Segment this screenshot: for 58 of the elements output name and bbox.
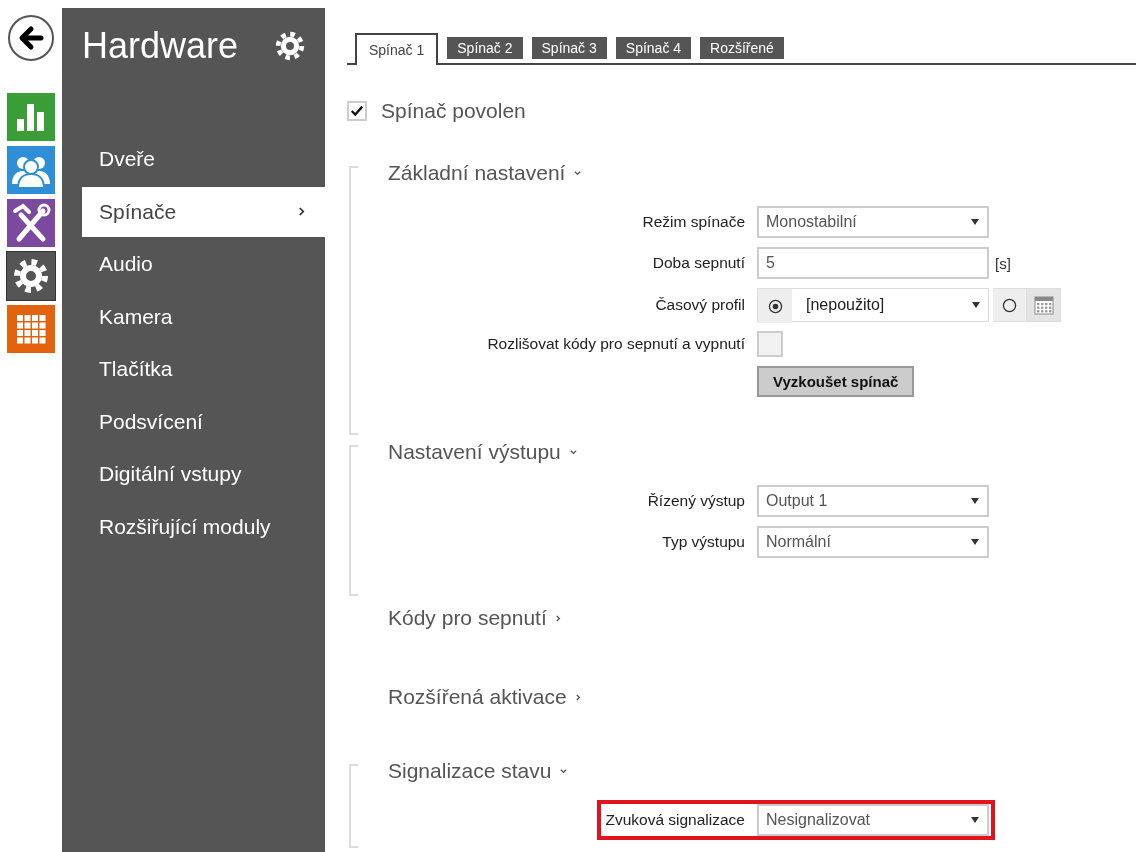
sidebar-item[interactable]: Spínače xyxy=(82,186,325,237)
radio-button[interactable] xyxy=(993,288,1027,322)
sidebar-item[interactable]: Rozšiřující moduly xyxy=(82,501,325,552)
grid-icon[interactable] xyxy=(7,305,55,353)
field-label: Zvuková signalizace xyxy=(605,811,745,829)
tab[interactable]: Spínač 1 xyxy=(355,33,439,65)
calendar-icon[interactable] xyxy=(1027,288,1061,322)
test-button[interactable]: Vyzkoušet spínač xyxy=(757,366,915,397)
section-header[interactable]: Kódy pro sepnutí xyxy=(388,601,562,635)
tools-icon[interactable] xyxy=(7,199,55,247)
field-label: Typ výstupu xyxy=(662,533,745,551)
field-label: Režim spínače xyxy=(642,213,745,231)
section-header[interactable]: Rozšířená aktivace xyxy=(388,680,582,714)
tab[interactable]: Spínač 4 xyxy=(615,37,692,59)
field-label: Řízený výstup xyxy=(647,492,745,510)
tab[interactable]: Rozšířené xyxy=(700,37,784,59)
sidebar-item[interactable]: Kamera xyxy=(82,291,325,342)
chevron-right-icon xyxy=(554,613,562,623)
dropdown[interactable]: [nepoužito] xyxy=(792,289,988,321)
dropdown[interactable]: Normální xyxy=(757,526,989,558)
radio-circle-icon xyxy=(767,298,783,314)
caret-icon xyxy=(971,817,979,823)
field-label: Doba sepnutí xyxy=(652,254,745,272)
sidebar-item[interactable]: Tlačítka xyxy=(82,344,325,395)
field-label: Rozlišovat kódy pro sepnutí a vypnutí xyxy=(487,335,745,353)
checkbox-label: Spínač povolen xyxy=(381,99,526,123)
dropdown[interactable]: Nesignalizovat xyxy=(757,804,989,836)
section-header[interactable]: Signalizace stavu xyxy=(388,754,569,788)
dropdown[interactable]: Output 1 xyxy=(757,485,989,517)
sidebar-item[interactable]: Digitální vstupy xyxy=(82,449,325,500)
caret-icon xyxy=(971,539,979,545)
sidebar-item[interactable]: Dveře xyxy=(82,134,325,185)
section-header[interactable]: Nastavení výstupu xyxy=(388,435,578,469)
tab[interactable]: Spínač 2 xyxy=(447,37,523,59)
unit-label: [s] xyxy=(995,254,1011,272)
field-label: Časový profil xyxy=(655,296,745,314)
users-icon[interactable] xyxy=(7,146,55,194)
caret-icon xyxy=(971,219,979,225)
sidebar-item[interactable]: Audio xyxy=(82,239,325,290)
sidebar-item[interactable]: Podsvícení xyxy=(82,396,325,447)
radio-circle-icon xyxy=(1002,297,1017,313)
chevron-right-icon xyxy=(574,692,582,702)
settings-icon[interactable] xyxy=(7,252,55,300)
chevron-down-icon xyxy=(573,169,583,177)
section-header[interactable]: Základní nastavení xyxy=(388,156,583,190)
sidebar-title: Hardware xyxy=(82,25,239,67)
caret-icon xyxy=(972,302,980,308)
tab[interactable]: Spínač 3 xyxy=(531,37,607,59)
bar-chart-icon[interactable] xyxy=(7,93,55,141)
chevron-right-icon xyxy=(298,206,305,218)
settings-icon xyxy=(273,29,307,63)
checkbox[interactable] xyxy=(347,101,367,121)
chevron-down-icon xyxy=(568,448,578,456)
chevron-down-icon xyxy=(559,767,569,775)
dropdown[interactable]: Monostabilní xyxy=(757,206,989,238)
caret-icon xyxy=(971,498,979,504)
input-field[interactable]: 5 xyxy=(757,247,989,279)
checkbox[interactable] xyxy=(757,331,783,357)
